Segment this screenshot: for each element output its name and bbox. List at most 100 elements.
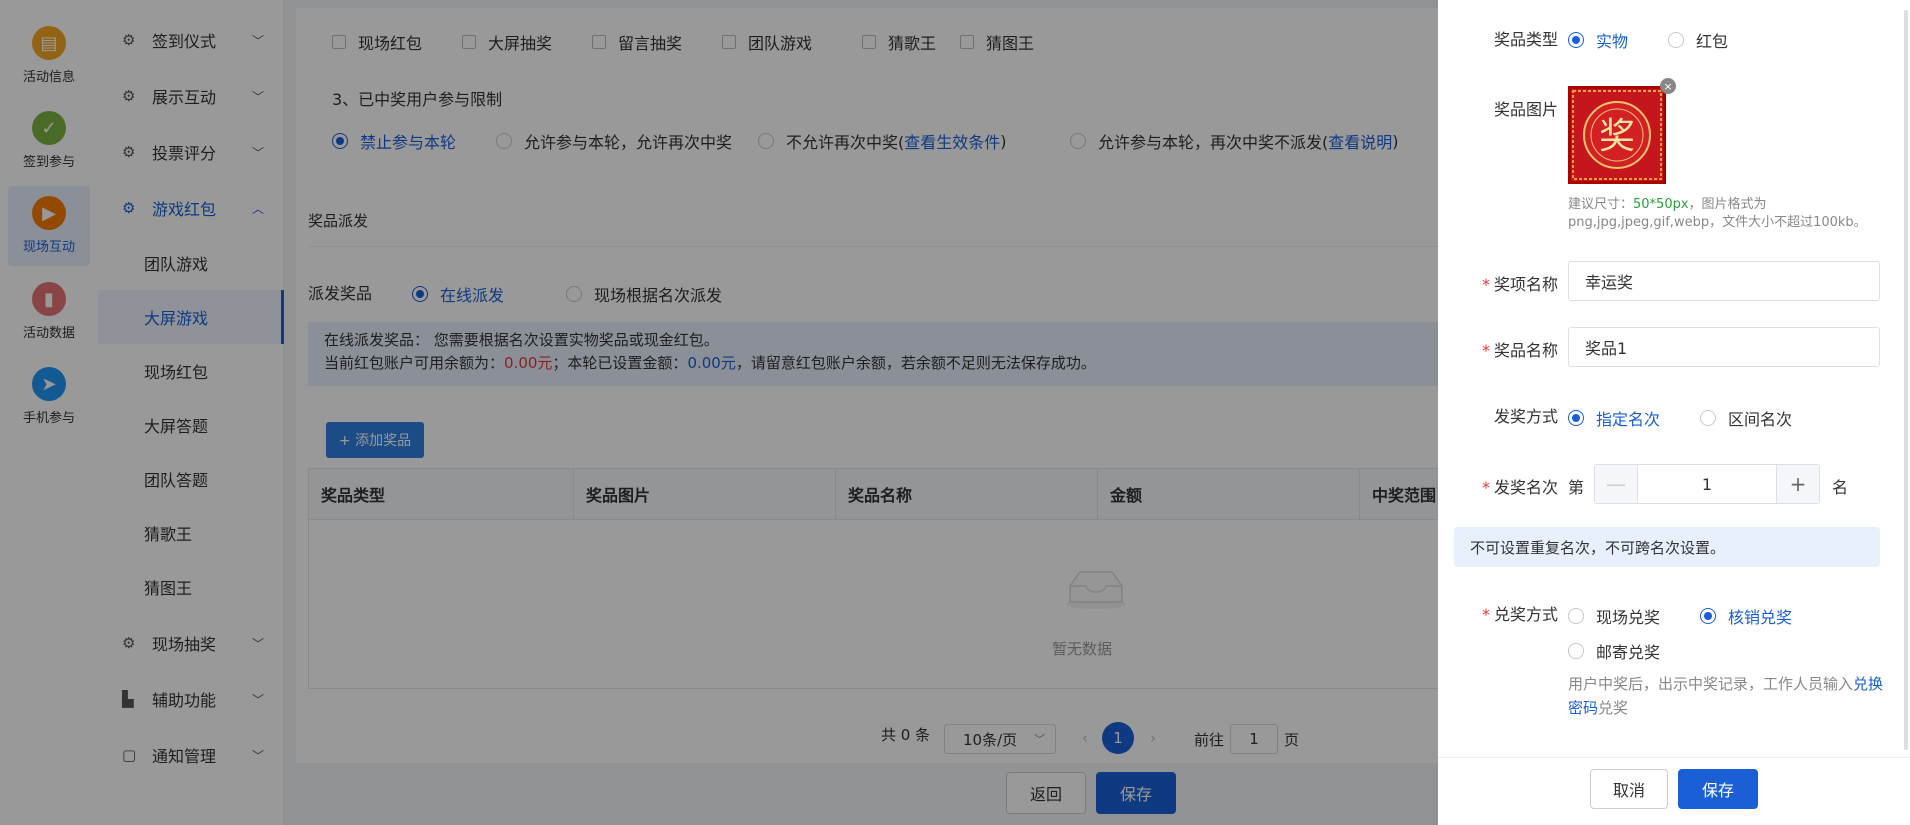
chevron-down-icon: ﹀ <box>251 636 264 651</box>
prize-edit-drawer: 奖品类型 实物 红包 奖品图片 奖 × 建议尺寸：50*50px，图片格式为 pn… <box>1438 0 1910 825</box>
icon-sidebar: ▤ 活动信息 ✓ 签到参与 ▶ 现场互动 ▮ 活动数据 ➤ 手机参与 <box>0 0 98 825</box>
back-button[interactable]: 返回 <box>1006 772 1086 814</box>
radio-onsite-redeem[interactable]: 现场兑奖 <box>1568 604 1660 628</box>
nav-live-interaction[interactable]: ▶ 现场互动 <box>8 186 90 266</box>
pagination-goto: 前往 1 页 <box>1194 724 1299 754</box>
chevron-down-icon: ﹀ <box>251 33 264 48</box>
radio-allow-again[interactable]: 允许参与本轮，允许再次中奖 <box>496 129 732 153</box>
nav-checkin[interactable]: ✓ 签到参与 <box>8 101 90 181</box>
award-name-input[interactable]: 幸运奖 <box>1568 261 1880 301</box>
checkbox-game-2[interactable]: 留言抽奖 <box>592 30 682 54</box>
view-description-link[interactable]: 查看说明 <box>1328 129 1392 153</box>
radio-redpacket[interactable]: 红包 <box>1668 28 1728 52</box>
save-button[interactable]: 保存 <box>1096 772 1176 814</box>
menu-item-guess-song[interactable]: 猜歌王 <box>98 506 284 560</box>
checkbox-game-1[interactable]: 大屏抽奖 <box>462 30 552 54</box>
radio-allow-no-dispatch[interactable]: 允许参与本轮，再次中奖不派发(查看说明) <box>1070 129 1399 153</box>
drawer-save-button[interactable]: 保存 <box>1678 769 1758 809</box>
gear-icon: ⚙ <box>122 634 136 652</box>
view-condition-link[interactable]: 查看生效条件 <box>904 129 1000 153</box>
prize-image-thumb[interactable]: 奖 <box>1568 86 1666 184</box>
radio-rank-dispatch[interactable]: 现场根据名次派发 <box>566 282 722 306</box>
gear-icon: ⚙ <box>122 31 136 49</box>
radio-no-repeat[interactable]: 不允许再次中奖(查看生效条件) <box>758 129 1007 153</box>
minus-icon[interactable]: — <box>1595 465 1637 503</box>
checkbox-game-4[interactable]: 猜歌王 <box>862 30 936 54</box>
side-menu: ⚙ 签到仪式 ﹀ ⚙ 展示互动 ﹀ ⚙ 投票评分 ﹀ ⚙ 游戏红包 ︿ 团队游戏 大屏游戏 现场… <box>98 0 284 825</box>
prev-page-icon[interactable]: ‹ <box>1082 729 1088 747</box>
plus-icon[interactable]: + <box>1777 465 1819 503</box>
pagination-total: 共 0 条 <box>881 726 931 744</box>
label-prize-type: 奖品类型 <box>1493 30 1558 49</box>
label-prize-image: 奖品图片 <box>1493 100 1558 119</box>
check-badge-icon: ✓ <box>32 111 66 145</box>
empty-box-icon <box>1066 571 1126 609</box>
radio-online-dispatch[interactable]: 在线派发 <box>412 282 504 306</box>
rank-stepper[interactable]: — 1 + <box>1594 464 1820 504</box>
nav-mobile[interactable]: ➤ 手机参与 <box>8 357 90 437</box>
menu-item-team-quiz[interactable]: 团队答题 <box>98 452 284 506</box>
menu-item-big-screen-game[interactable]: 大屏游戏 <box>98 290 284 344</box>
bar-chart-icon: ▮ <box>32 282 66 316</box>
image-hint: 建议尺寸：50*50px，图片格式为 png,jpg,jpeg,gif,webp，… <box>1568 197 1867 230</box>
col-prize-image: 奖品图片 <box>574 469 836 519</box>
checkbox-game-3[interactable]: 团队游戏 <box>722 30 812 54</box>
redeem-hint: 用户中奖后，出示中奖记录，工作人员输入兑换密码兑奖 <box>1568 675 1884 717</box>
next-page-icon[interactable]: › <box>1150 729 1156 747</box>
notice-icon: ▢ <box>122 746 137 764</box>
col-prize-name: 奖品名称 <box>836 469 1098 519</box>
col-amount: 金额 <box>1098 469 1360 519</box>
divider <box>308 246 1508 247</box>
radio-range-rank[interactable]: 区间名次 <box>1700 406 1792 430</box>
restrict-title: 3、已中奖用户参与限制 <box>332 90 503 109</box>
drawer-footer-divider <box>1438 757 1910 758</box>
nav-activity-info[interactable]: ▤ 活动信息 <box>8 16 90 96</box>
label-prize-name: * 奖品名称 <box>1481 341 1558 360</box>
menu-item-live-redpacket[interactable]: 现场红包 <box>98 344 284 398</box>
menu-item-team-game[interactable]: 团队游戏 <box>98 236 284 290</box>
menu-group-tools[interactable]: ▙ 辅助功能 ﹀ <box>98 672 284 726</box>
menu-group-checkin-ceremony[interactable]: ⚙ 签到仪式 ﹀ <box>98 13 284 67</box>
label-redeem-method: * 兑奖方式 <box>1481 605 1558 624</box>
cancel-button[interactable]: 取消 <box>1590 769 1668 809</box>
radio-physical[interactable]: 实物 <box>1568 28 1628 52</box>
chevron-down-icon: ﹀ <box>251 692 264 707</box>
page-1[interactable]: 1 <box>1102 722 1134 754</box>
prize-name-input[interactable]: 奖品1 <box>1568 327 1880 367</box>
section-dispatch: 奖品派发 <box>308 212 369 230</box>
screen-play-icon: ▶ <box>32 196 66 230</box>
menu-item-guess-picture[interactable]: 猜图王 <box>98 560 284 614</box>
checkbox-game-0[interactable]: 现场红包 <box>332 30 422 54</box>
col-prize-type: 奖品类型 <box>309 469 574 519</box>
menu-group-lottery[interactable]: ⚙ 现场抽奖 ﹀ <box>98 616 284 670</box>
menu-item-big-screen-quiz[interactable]: 大屏答题 <box>98 398 284 452</box>
remove-image-icon[interactable]: × <box>1660 78 1676 94</box>
drawer-scrollbar[interactable] <box>1904 10 1908 750</box>
menu-group-game-redpacket[interactable]: ⚙ 游戏红包 ︿ <box>98 181 284 235</box>
dispatch-notice: 在线派发奖品： 您需要根据名次设置实物奖品或现金红包。 当前红包账户可用余额为：… <box>308 322 1508 386</box>
radio-verify-redeem[interactable]: 核销兑奖 <box>1700 604 1792 628</box>
empty-text: 暂无数据 <box>1052 640 1113 658</box>
pagination-size[interactable]: 10条/页 ﹀ <box>944 724 1056 754</box>
add-prize-button[interactable]: + 添加奖品 <box>326 422 424 458</box>
chevron-down-icon: ﹀ <box>251 748 264 763</box>
menu-group-notify[interactable]: ▢ 通知管理 ﹀ <box>98 728 284 782</box>
label-issue-method: 发奖方式 <box>1493 407 1558 426</box>
nav-activity-data[interactable]: ▮ 活动数据 <box>8 272 90 352</box>
chevron-down-icon: ﹀ <box>251 89 264 104</box>
radio-fixed-rank[interactable]: 指定名次 <box>1568 406 1660 430</box>
chevron-down-icon: ﹀ <box>1034 733 1045 746</box>
radio-forbid[interactable]: 禁止参与本轮 <box>332 129 456 153</box>
menu-group-vote[interactable]: ⚙ 投票评分 ﹀ <box>98 125 284 179</box>
menu-group-display[interactable]: ⚙ 展示互动 ﹀ <box>98 69 284 123</box>
radio-mail-redeem[interactable]: 邮寄兑奖 <box>1568 639 1660 663</box>
dispatch-label: 派发奖品 <box>308 284 373 303</box>
rank-prefix: 第 <box>1568 478 1585 497</box>
gear-icon: ⚙ <box>122 199 136 217</box>
label-award-name: * 奖项名称 <box>1481 275 1558 294</box>
checkbox-game-5[interactable]: 猜图王 <box>960 30 1034 54</box>
gear-icon: ⚙ <box>122 87 136 105</box>
building-icon: ▙ <box>122 690 134 708</box>
label-issue-rank: * 发奖名次 <box>1481 478 1558 497</box>
goto-page-input[interactable]: 1 <box>1230 724 1279 754</box>
